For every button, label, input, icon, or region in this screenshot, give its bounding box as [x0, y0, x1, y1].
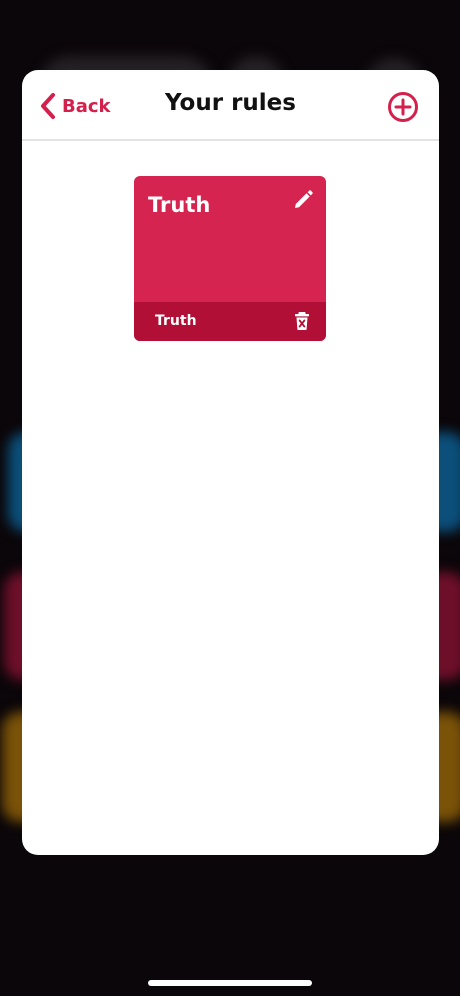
delete-rule-button[interactable] — [292, 311, 312, 331]
edit-rule-button[interactable] — [292, 189, 314, 211]
rule-card-tag: Truth — [155, 313, 197, 329]
rule-card[interactable]: Truth Truth — [134, 176, 326, 341]
rules-sheet: Back Your rules Truth Truth — [22, 70, 439, 855]
pencil-icon — [295, 190, 313, 208]
home-indicator[interactable] — [148, 980, 312, 986]
plus-circle-icon — [388, 92, 418, 122]
screen: Back Your rules Truth Truth — [0, 0, 460, 996]
page-title: Your rules — [165, 90, 296, 116]
trash-icon — [295, 312, 309, 330]
rule-card-title: Truth — [148, 193, 211, 217]
add-rule-button[interactable] — [387, 91, 419, 123]
rule-card-footer: Truth — [134, 302, 326, 341]
sheet-header: Back Your rules — [22, 70, 439, 141]
